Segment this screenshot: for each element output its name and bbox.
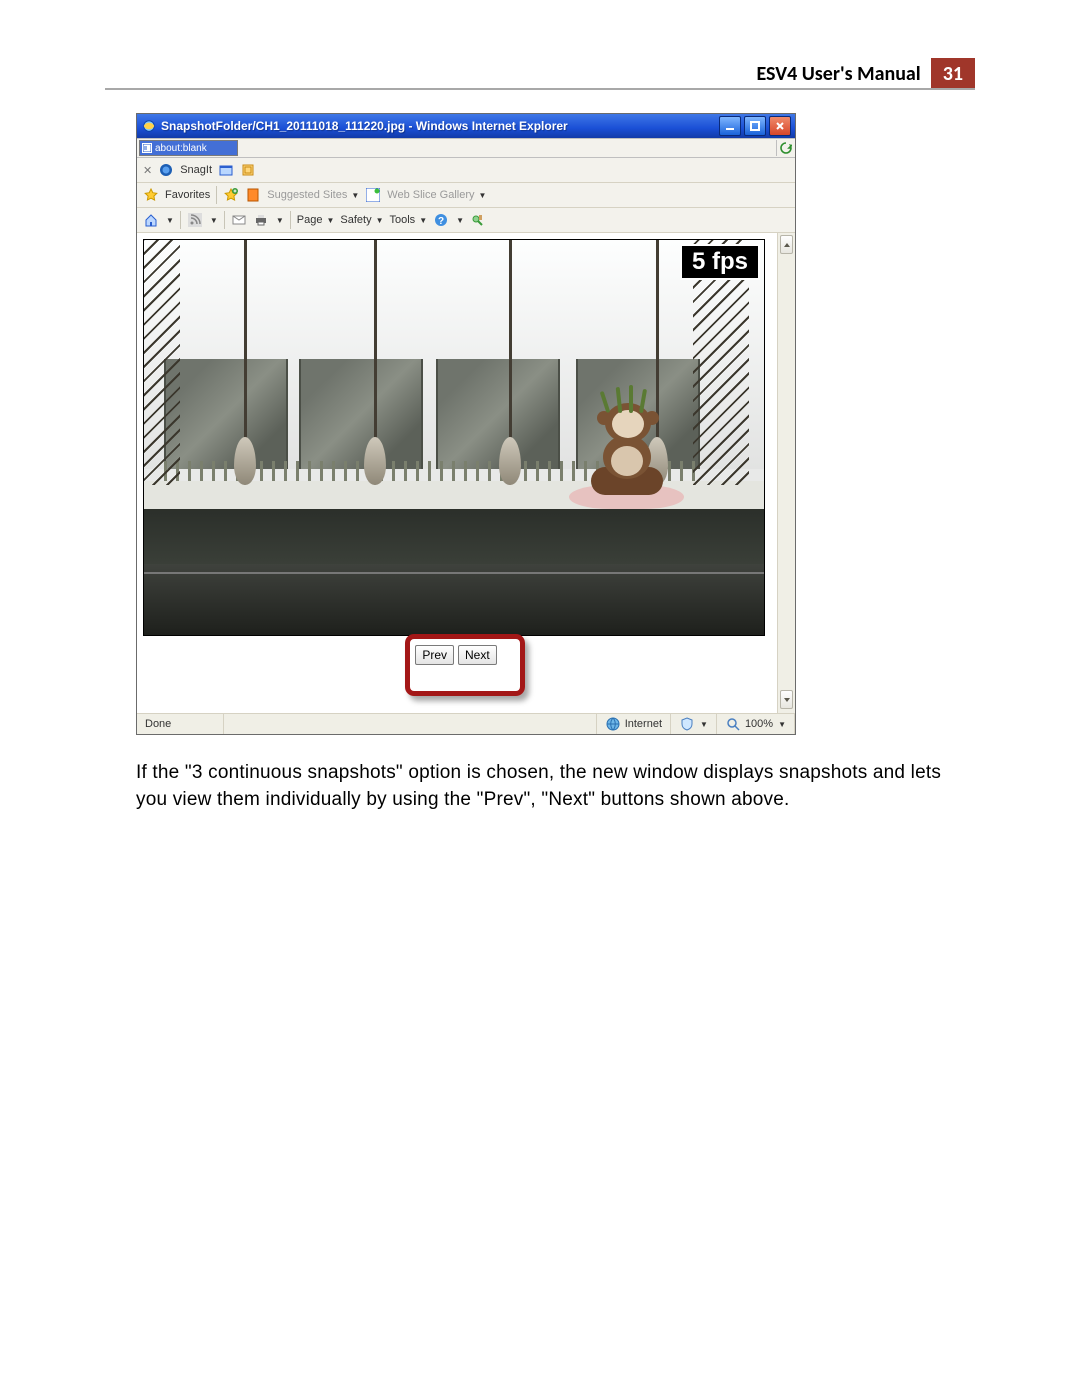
research-icon[interactable] [470, 212, 486, 228]
header-rule [105, 88, 975, 90]
favorites-star-icon [143, 187, 159, 203]
favorites-bar: Favorites Suggested Sites▼ Web Slice Gal… [137, 183, 795, 208]
page-menu[interactable]: Page▼ [297, 214, 335, 226]
page-header: ESV4 User's Manual 31 [756, 58, 975, 90]
protected-mode-icon[interactable]: ▼ [671, 714, 717, 734]
window-title: SnapshotFolder/CH1_20111018_111220.jpg -… [161, 119, 568, 133]
page-number: 31 [931, 58, 975, 90]
embedded-screenshot: SnapshotFolder/CH1_20111018_111220.jpg -… [136, 113, 796, 735]
snapshot-image: 5 fps [143, 239, 765, 636]
go-refresh-button[interactable] [776, 140, 795, 156]
internet-zone-icon [605, 716, 621, 732]
command-bar: ▼ ▼ ▼ Page▼ Safety▼ Tools▼ ?▼ [137, 208, 795, 233]
region-capture-icon[interactable] [240, 162, 256, 178]
manual-title: ESV4 User's Manual [756, 58, 930, 90]
snagit-icon [158, 162, 174, 178]
zoom-icon [725, 716, 741, 732]
manual-page: ESV4 User's Manual 31 SnapshotFolder/CH1… [0, 0, 1080, 1397]
address-bar: about:blank [137, 138, 795, 158]
suggested-sites-icon [245, 187, 261, 203]
monkey-figure [569, 394, 684, 509]
read-mail-icon[interactable] [231, 212, 247, 228]
svg-text:?: ? [438, 216, 444, 227]
minimize-button[interactable] [719, 116, 741, 136]
shield-icon [679, 716, 695, 732]
web-slice-gallery[interactable]: Web Slice Gallery▼ [387, 189, 486, 201]
feeds-icon[interactable] [187, 212, 203, 228]
zoom-control[interactable]: 100%▼ [717, 714, 795, 734]
browser-content: 5 fps Prev Next [137, 233, 795, 713]
scroll-down-button[interactable] [780, 690, 793, 709]
ie-icon [141, 118, 157, 134]
page-icon [142, 143, 152, 153]
callout-highlight [405, 634, 525, 696]
status-done: Done [137, 714, 224, 734]
close-button[interactable] [769, 116, 791, 136]
home-icon[interactable] [143, 212, 159, 228]
status-bar: Done Internet ▼ 100%▼ [137, 713, 795, 734]
window-capture-icon[interactable] [218, 162, 234, 178]
web-slice-icon [365, 187, 381, 203]
status-zone: Internet [597, 714, 671, 734]
help-icon[interactable]: ? [433, 212, 449, 228]
address-field[interactable]: about:blank [139, 140, 238, 156]
add-favorite-icon[interactable] [223, 187, 239, 203]
snagit-toolbar: ✕ SnagIt [137, 158, 795, 183]
favorites-button[interactable]: Favorites [165, 189, 210, 201]
address-text: about:blank [155, 143, 207, 154]
tools-menu[interactable]: Tools▼ [390, 214, 428, 226]
suggested-sites[interactable]: Suggested Sites▼ [267, 189, 359, 201]
print-icon[interactable] [253, 212, 269, 228]
fps-overlay: 5 fps [680, 244, 760, 280]
body-paragraph: If the "3 continuous snapshots" option i… [136, 760, 944, 814]
vertical-scrollbar[interactable] [777, 233, 795, 713]
snagit-label[interactable]: SnagIt [180, 164, 212, 176]
window-titlebar: SnapshotFolder/CH1_20111018_111220.jpg -… [137, 114, 795, 138]
scroll-up-button[interactable] [780, 235, 793, 254]
close-x[interactable]: ✕ [143, 164, 152, 177]
safety-menu[interactable]: Safety▼ [340, 214, 383, 226]
maximize-button[interactable] [744, 116, 766, 136]
